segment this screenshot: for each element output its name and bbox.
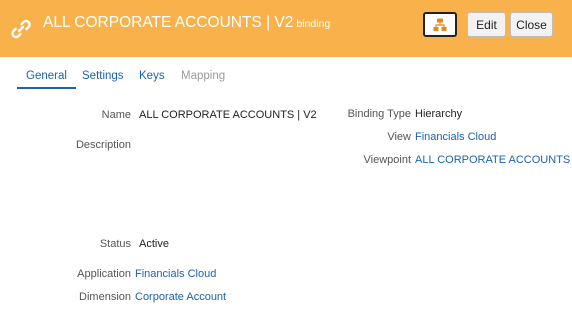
- object-type-label: binding: [296, 18, 331, 30]
- hierarchy-icon: [433, 18, 447, 31]
- hierarchy-button[interactable]: [423, 12, 457, 37]
- status-value: Active: [139, 238, 169, 250]
- application-label: Application: [77, 268, 131, 280]
- binding-name: ALL CORPORATE ACCOUNTS | V2: [43, 14, 294, 31]
- application-link[interactable]: Financials Cloud: [135, 268, 216, 280]
- close-button[interactable]: Close: [510, 12, 553, 37]
- viewpoint-link[interactable]: ALL CORPORATE ACCOUNTS | V2: [415, 154, 572, 166]
- binding-type-value: Hierarchy: [415, 108, 463, 120]
- name-label: Name: [101, 109, 131, 121]
- tab-mapping: Mapping: [181, 70, 226, 82]
- description-label: Description: [75, 139, 131, 151]
- tab-general[interactable]: General: [17, 70, 76, 89]
- page-title: ALL CORPORATE ACCOUNTS | V2 binding: [43, 14, 330, 32]
- dimension-link[interactable]: Corporate Account: [135, 291, 226, 303]
- tab-settings[interactable]: Settings: [82, 70, 124, 88]
- name-value: ALL CORPORATE ACCOUNTS | V2: [139, 109, 317, 121]
- edit-button[interactable]: Edit: [467, 12, 506, 37]
- view-link[interactable]: Financials Cloud: [415, 131, 496, 143]
- link-icon: [11, 19, 31, 39]
- binding-type-label: Binding Type: [347, 108, 411, 120]
- dimension-label: Dimension: [79, 291, 131, 303]
- page-header: ALL CORPORATE ACCOUNTS | V2 binding Edit …: [0, 0, 572, 57]
- tab-keys[interactable]: Keys: [139, 70, 165, 88]
- status-label: Status: [99, 238, 131, 250]
- viewpoint-label: Viewpoint: [363, 154, 412, 166]
- view-label: View: [387, 131, 411, 143]
